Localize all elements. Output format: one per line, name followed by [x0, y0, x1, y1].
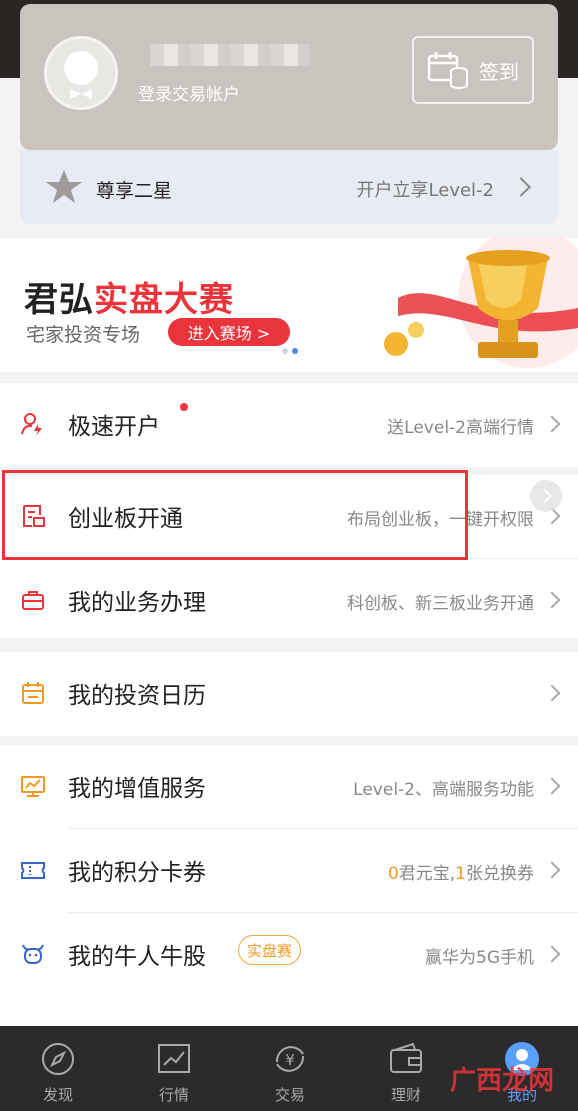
- tab-label: 交易: [274, 1086, 305, 1104]
- chevron-right-icon: [543, 777, 561, 795]
- svg-text:¥: ¥: [285, 1051, 295, 1069]
- chevron-right-icon: [511, 177, 531, 197]
- calendar-icon: [22, 682, 44, 704]
- star-icon: [46, 170, 82, 203]
- wallet-icon: [390, 1042, 422, 1073]
- star-stock-label: 我的牛人牛股: [68, 944, 206, 970]
- member-level-bar[interactable]: 尊享二星 开户立享Level-2: [20, 150, 558, 224]
- avatar-bowtie-icon: [70, 89, 92, 99]
- contest-badge: 实盘赛: [238, 935, 302, 965]
- chevron-right-icon: [543, 415, 561, 433]
- banner-dot: [282, 348, 288, 354]
- chevron-right-icon: [543, 684, 561, 702]
- avatar-face-icon: [64, 51, 98, 85]
- open-account-label: 极速开户: [68, 414, 160, 440]
- business-row[interactable]: 我的业务办理 科创板、新三板业务开通: [0, 559, 578, 643]
- banner-subtitle: 宅家投资专场: [26, 324, 141, 346]
- enter-contest-button[interactable]: 进入赛场 >: [168, 318, 290, 346]
- open-account-row[interactable]: 极速开户 送Level-2高端行情: [0, 383, 578, 467]
- coupon-count: 1: [455, 864, 466, 884]
- business-extra: 科创板、新三板业务开通: [347, 594, 534, 614]
- ticket-icon: [21, 862, 45, 879]
- banner-title-red: 实盘大赛: [94, 280, 234, 320]
- value-added-extra: Level-2、高端服务功能: [353, 780, 534, 800]
- highlight-box: [2, 470, 468, 560]
- compass-icon: [42, 1043, 74, 1075]
- user-plus-icon: [21, 413, 42, 436]
- member-promo-text: 开户立享Level-2: [356, 180, 494, 201]
- value-added-row[interactable]: 我的增值服务 Level-2、高端服务功能: [0, 745, 578, 829]
- notification-dot: [180, 403, 188, 411]
- chart-icon: [158, 1044, 190, 1073]
- open-account-extra: 送Level-2高端行情: [387, 418, 534, 438]
- tab-label: 发现: [42, 1086, 73, 1104]
- value-services-section: 我的增值服务 Level-2、高端服务功能 我的积分卡券 0君元宝,1张兑换券: [0, 745, 578, 1026]
- monitor-chart-icon: [21, 776, 45, 797]
- value-added-label: 我的增值服务: [68, 776, 206, 802]
- calendar-label: 我的投资日历: [68, 683, 206, 709]
- tab-label: 行情: [158, 1086, 189, 1104]
- points-row[interactable]: 我的积分卡券 0君元宝,1张兑换券: [0, 829, 578, 913]
- chevron-right-icon: [543, 591, 561, 609]
- points-extra: 0君元宝,1张兑换券: [388, 859, 534, 884]
- yuanbao-text: 君元宝,: [398, 864, 456, 884]
- yen-icon: ¥: [275, 1046, 305, 1072]
- calendar-coins-icon: [427, 52, 468, 89]
- banner-title-black: 君弘: [24, 280, 94, 320]
- yuanbao-count: 0: [387, 864, 399, 884]
- tab-market[interactable]: 行情: [116, 1026, 232, 1111]
- banner-title: 君弘实盘大赛: [24, 272, 234, 321]
- avatar[interactable]: [44, 36, 118, 110]
- checkin-button[interactable]: 签到: [412, 36, 534, 104]
- coupon-text: 张兑换券: [466, 864, 534, 884]
- trophy-icon: [378, 238, 578, 372]
- member-level-title: 尊享二星: [96, 180, 173, 202]
- tab-wealth[interactable]: 理财: [348, 1026, 464, 1111]
- watermark: 广西龙网: [450, 1066, 555, 1096]
- tab-trade[interactable]: ¥ 交易: [232, 1026, 348, 1111]
- chevron-right-icon: [543, 861, 561, 879]
- profile-page: 登录交易帐户 签到 尊享二星 开户立享Level-2 君弘实盘大赛 宅家投资专场…: [0, 0, 578, 1111]
- tab-discover[interactable]: 发现: [0, 1026, 116, 1111]
- login-trade-account-link[interactable]: 登录交易帐户: [138, 80, 240, 105]
- chevron-right-icon: [543, 945, 561, 963]
- calendar-section: 我的投资日历: [0, 652, 578, 736]
- briefcase-icon: [22, 591, 44, 610]
- contest-banner[interactable]: 君弘实盘大赛 宅家投资专场 进入赛场 >: [0, 238, 578, 372]
- calendar-row[interactable]: 我的投资日历: [0, 652, 578, 736]
- account-card[interactable]: 登录交易帐户 签到: [20, 4, 558, 150]
- tab-label: 理财: [390, 1086, 421, 1104]
- banner-pagination: [282, 348, 298, 354]
- bull-icon: [22, 944, 44, 964]
- star-stock-row[interactable]: 我的牛人牛股 实盘赛 赢华为5G手机: [0, 913, 578, 997]
- points-label: 我的积分卡券: [68, 860, 206, 886]
- float-arrow-button[interactable]: [530, 480, 562, 512]
- business-label: 我的业务办理: [68, 590, 206, 616]
- star-stock-extra: 赢华为5G手机: [425, 948, 534, 968]
- checkin-label: 签到: [479, 59, 519, 84]
- masked-username: [150, 44, 310, 66]
- banner-dot-active: [292, 348, 298, 354]
